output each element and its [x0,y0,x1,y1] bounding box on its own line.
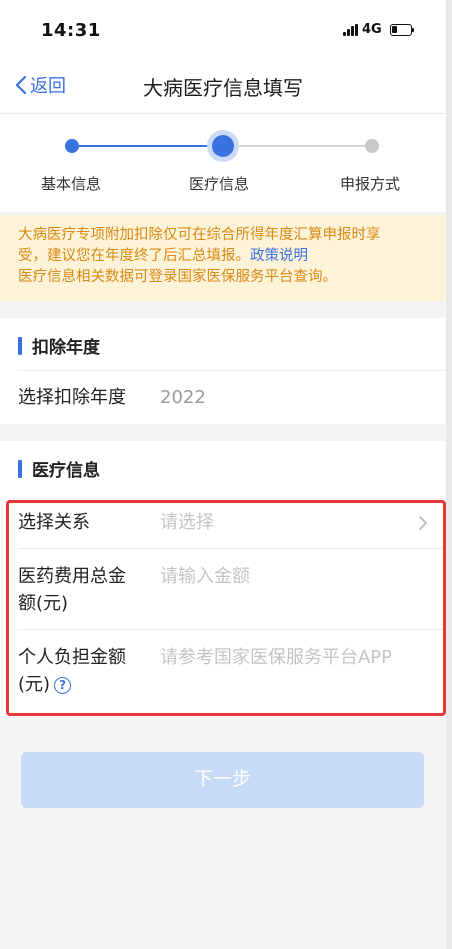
deduction-year-card: 扣除年度 选择扣除年度 2022 [0,318,446,424]
deduction-year-header: 扣除年度 [0,320,446,368]
deduction-year-label: 选择扣除年度 [18,387,126,408]
section-bar [18,337,22,355]
deduction-year-value: 2022 [160,387,206,408]
step-line-done [72,145,222,147]
notice-banner: 大病医疗专项附加扣除仅可在综合所得年度汇算申报时享 受，建议您在年度终了后汇总填… [0,215,446,301]
status-time: 14:31 [41,20,101,41]
medical-info-header: 医疗信息 [0,443,446,491]
page-title: 大病医疗信息填写 [143,76,303,100]
battery-icon [390,24,414,36]
header-area: 14:31 4G 返回 大病医疗信息填写 基本信息 医疗信息 申报方式 [0,0,446,212]
section-bar [18,460,22,478]
network-type: 4G [362,22,382,37]
highlight-box [6,500,446,716]
notice-line-2: 受，建议您在年度终了后汇总填报。政策说明 [18,246,428,267]
deduction-year-row[interactable]: 选择扣除年度 2022 [0,370,446,424]
nav-bar: 返回 大病医疗信息填写 [0,60,446,114]
notice-line-3: 医疗信息相关数据可登录国家医保服务平台查询。 [18,269,337,285]
notice-line-1: 大病医疗专项附加扣除仅可在综合所得年度汇算申报时享 [18,227,381,243]
step-dot-medical [212,135,234,157]
signal-icon [343,24,359,36]
deduction-year-title: 扣除年度 [32,338,100,358]
policy-link[interactable]: 政策说明 [250,248,308,264]
step-line-todo [222,145,372,147]
step-label-basic: 基本信息 [41,175,102,193]
medical-info-title: 医疗信息 [32,461,100,481]
right-edge [446,0,452,949]
progress-steps: 基本信息 医疗信息 申报方式 [0,130,446,200]
page: 14:31 4G 返回 大病医疗信息填写 基本信息 医疗信息 申报方式 大病医疗… [0,0,446,949]
next-step-button[interactable]: 下一步 [21,752,424,808]
step-dot-basic [65,139,79,153]
notice-line-2-text: 受，建议您在年度终了后汇总填报。 [18,248,250,264]
status-bar: 14:31 4G [0,0,446,60]
step-dot-declare [365,139,379,153]
step-label-medical: 医疗信息 [189,175,250,193]
step-label-declare: 申报方式 [340,175,401,193]
